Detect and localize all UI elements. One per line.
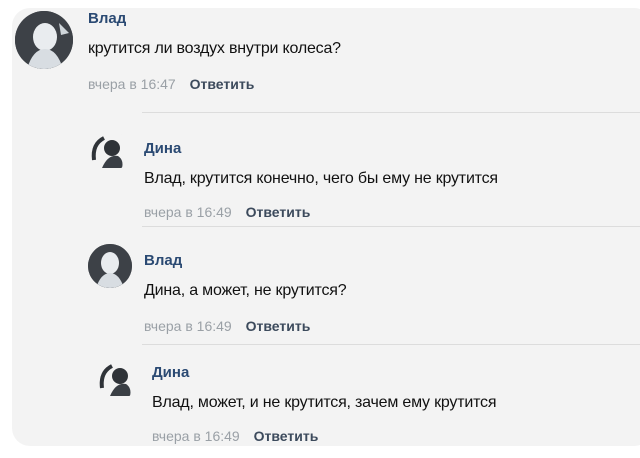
avatar-vlad[interactable] xyxy=(88,244,132,288)
comment-timestamp: вчера в 16:49 xyxy=(144,204,232,220)
comment-text: Влад, может, и не крутится, зачем ему кр… xyxy=(152,394,497,411)
avatar-vlad-icon xyxy=(88,244,132,288)
comment-meta: вчера в 16:49 Ответить xyxy=(152,428,318,444)
avatar-dina-icon xyxy=(96,358,138,400)
comment-item: Влад крутится ли воздух внутри колеса? в… xyxy=(12,8,640,118)
comment-meta: вчера в 16:49 Ответить xyxy=(144,204,310,220)
avatar-dina-icon xyxy=(88,130,130,172)
reply-button[interactable]: Ответить xyxy=(246,204,311,220)
reply-button[interactable]: Ответить xyxy=(246,318,311,334)
divider xyxy=(142,112,640,113)
reply-button[interactable]: Ответить xyxy=(190,76,255,92)
comment-item: Дина Влад, может, и не крутится, зачем е… xyxy=(12,348,640,446)
comment-author[interactable]: Дина xyxy=(144,140,181,157)
divider xyxy=(142,226,640,227)
comment-item: Дина Влад, крутится конечно, чего бы ему… xyxy=(12,120,640,230)
comment-text: Влад, крутится конечно, чего бы ему не к… xyxy=(144,170,498,187)
comment-timestamp: вчера в 16:47 xyxy=(88,76,176,92)
comment-text: Дина, а может, не крутится? xyxy=(144,282,347,299)
comment-author[interactable]: Влад xyxy=(144,252,182,269)
comments-thread: Влад крутится ли воздух внутри колеса? в… xyxy=(12,8,640,446)
avatar-vlad-icon xyxy=(15,11,73,69)
comment-item: Влад Дина, а может, не крутится? вчера в… xyxy=(12,234,640,344)
divider xyxy=(142,344,640,345)
comment-author[interactable]: Дина xyxy=(152,364,189,381)
comment-meta: вчера в 16:47 Ответить xyxy=(88,76,254,92)
comment-timestamp: вчера в 16:49 xyxy=(152,428,240,444)
reply-button[interactable]: Ответить xyxy=(254,428,319,444)
avatar-vlad[interactable] xyxy=(15,11,73,69)
avatar-dina[interactable] xyxy=(96,358,138,400)
comment-text: крутится ли воздух внутри колеса? xyxy=(88,40,341,57)
comment-author[interactable]: Влад xyxy=(88,10,126,27)
comment-meta: вчера в 16:49 Ответить xyxy=(144,318,310,334)
comment-timestamp: вчера в 16:49 xyxy=(144,318,232,334)
avatar-dina[interactable] xyxy=(88,130,130,172)
